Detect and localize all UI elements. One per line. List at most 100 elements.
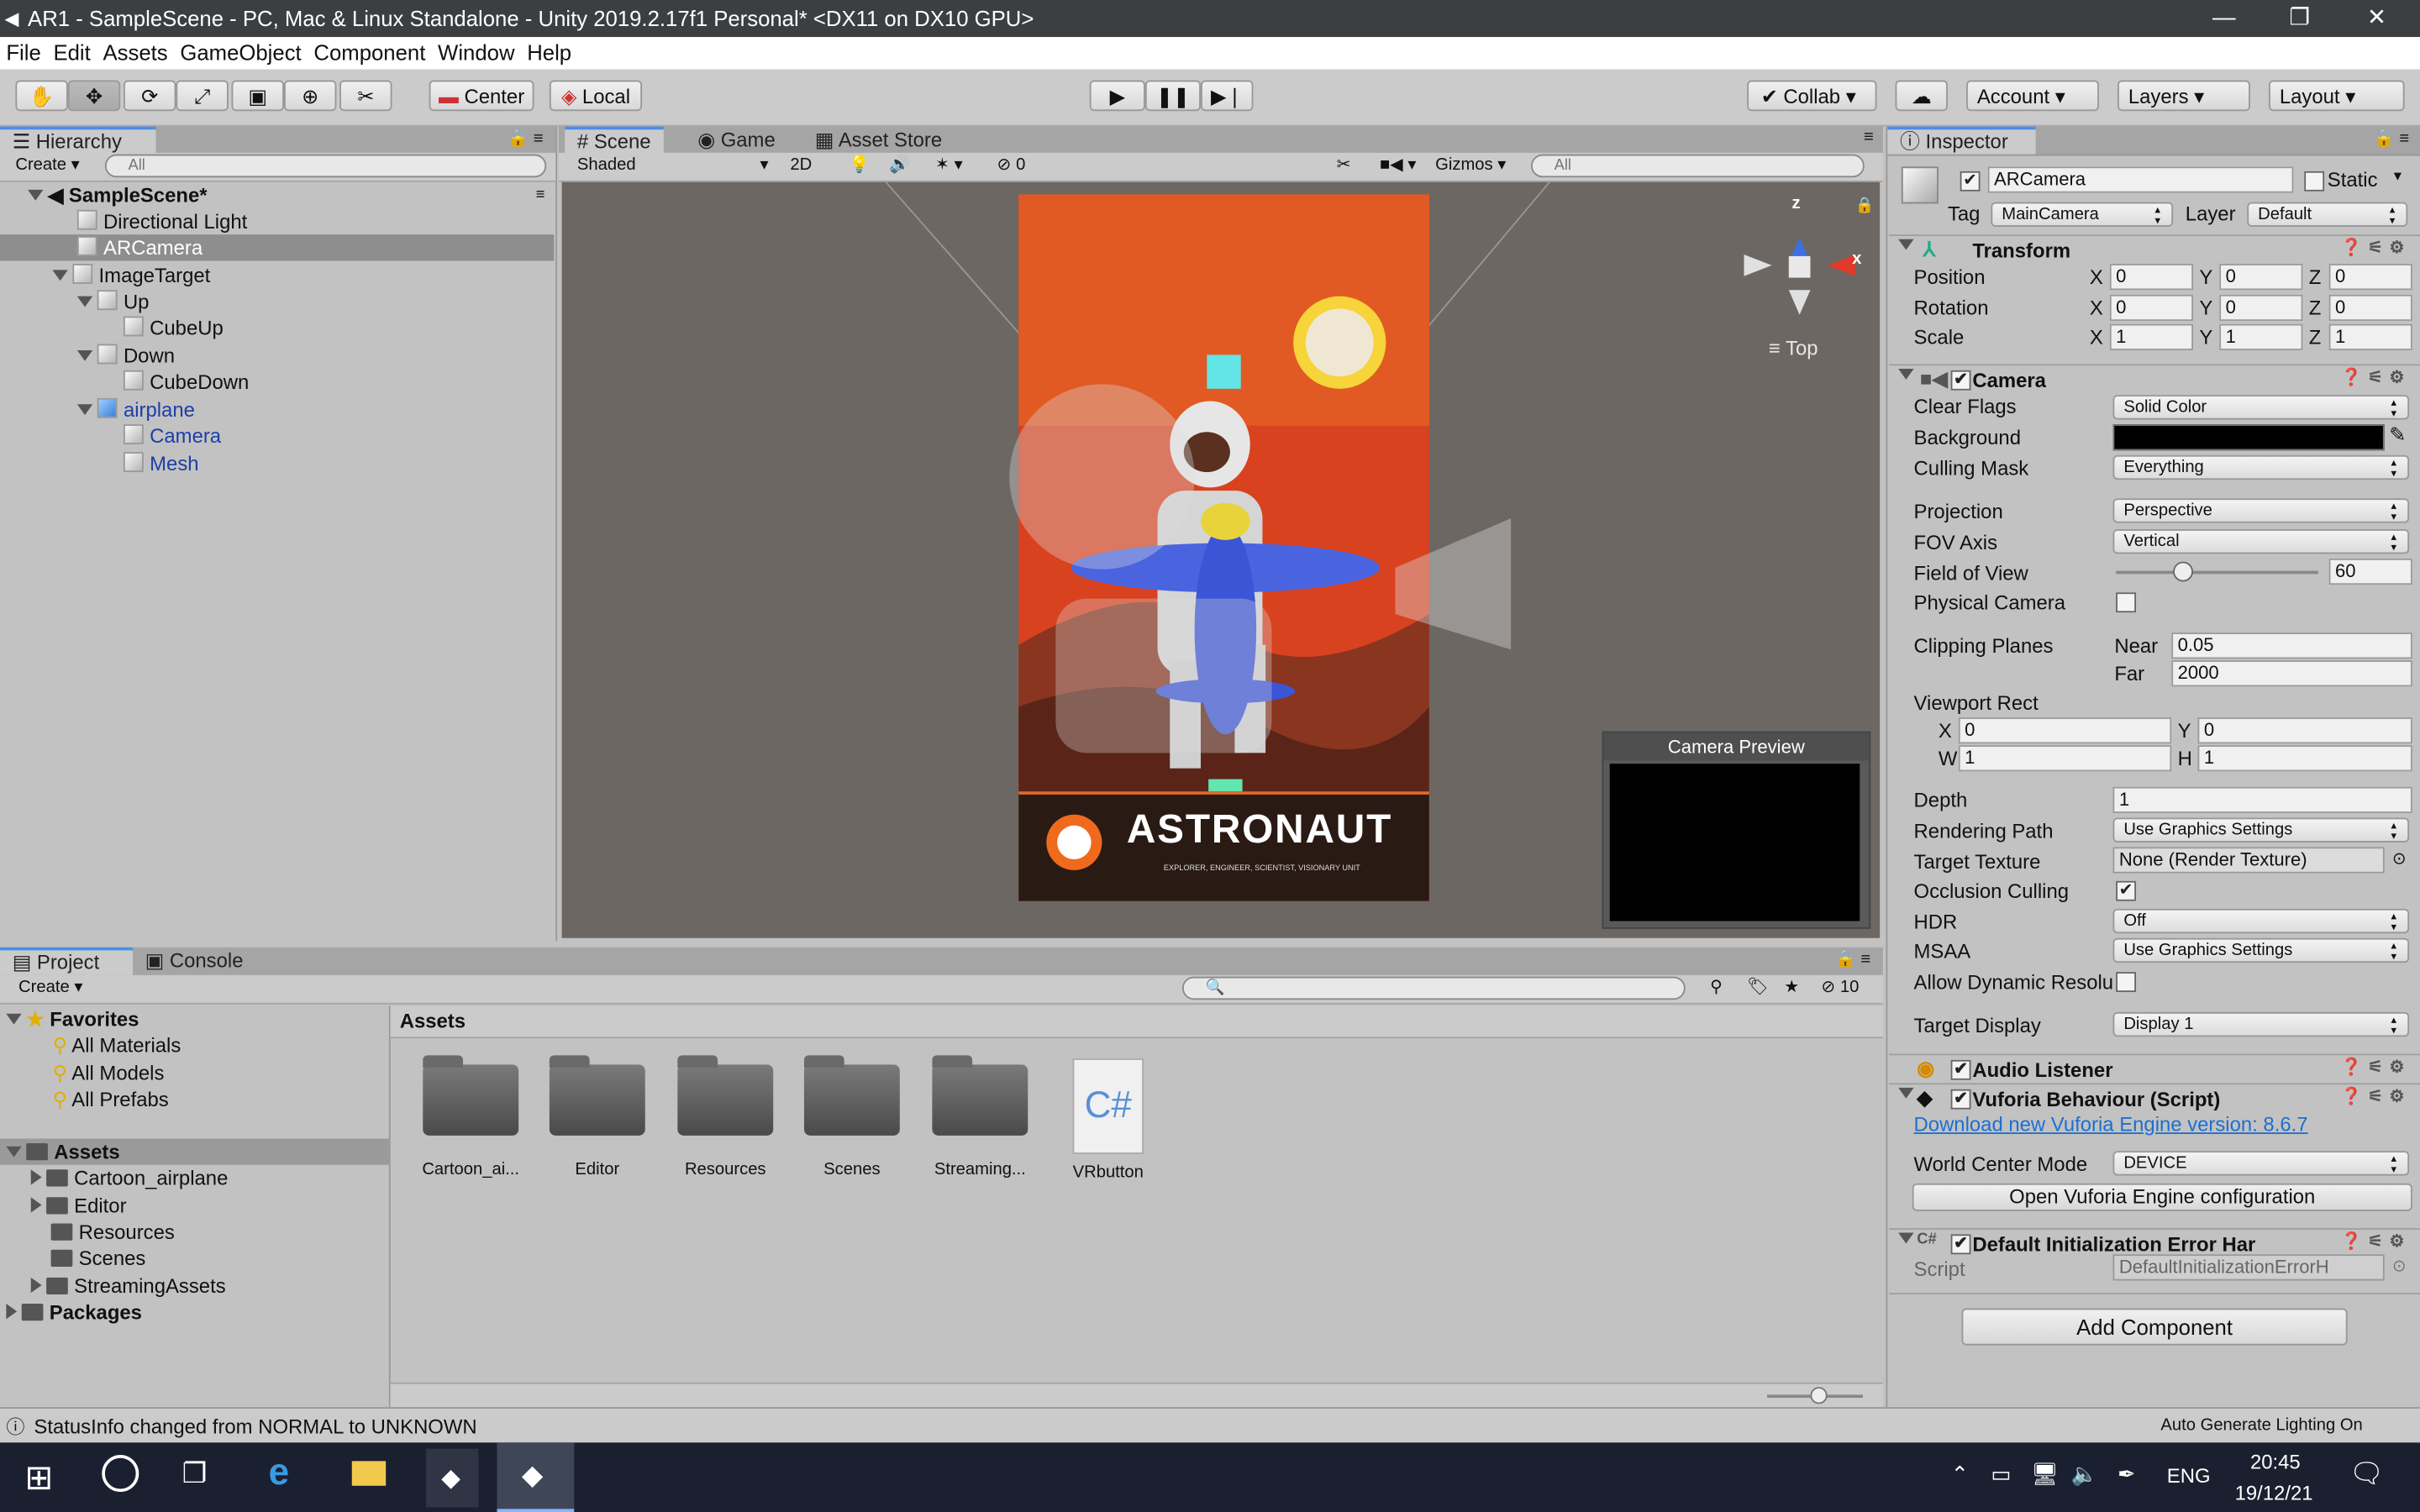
asset-folder-cartoon-airplane[interactable]: Cartoon_ai... (408, 1055, 534, 1179)
rect-tool-icon[interactable]: ▣ (231, 80, 284, 112)
viewport-h-field[interactable]: 1 (2197, 745, 2412, 772)
search-by-label-icon[interactable]: 🏷 (1747, 975, 1769, 1000)
position-x-field[interactable]: 0 (2109, 264, 2193, 291)
transform-header[interactable]: ⅄ Transform ❓⚟⚙ (1889, 234, 2420, 265)
occlusion-culling-checkbox[interactable] (2116, 880, 2137, 901)
hidden-objects-icon[interactable]: ⊘ 0 (997, 153, 1026, 177)
tab-inspector[interactable]: ⓘ Inspector (1887, 126, 2036, 155)
collapse-arrow-icon[interactable] (30, 1197, 42, 1213)
project-create-dropdown[interactable]: Create ▾ (18, 975, 82, 1000)
viewport-w-field[interactable]: 1 (1958, 745, 2172, 772)
object-picker-icon[interactable]: ⊙ (2392, 848, 2407, 869)
tab-hierarchy[interactable]: ☰ Hierarchy (0, 126, 156, 155)
scene-menu-icon[interactable]: ≡ (536, 182, 545, 208)
scene-viewport[interactable]: ASTRONAUT EXPLORER, ENGINEER, SCIENTIST,… (561, 181, 1881, 938)
start-button-icon[interactable]: ⊞ (24, 1458, 53, 1499)
favorites-header[interactable]: ★ Favorites (0, 1006, 389, 1032)
fov-axis-dropdown[interactable]: Vertical (2112, 528, 2410, 554)
notifications-icon[interactable]: 🗨 (2349, 1458, 2385, 1491)
fov-slider-track[interactable] (2116, 570, 2318, 575)
scene-search-input[interactable]: All (1531, 154, 1865, 178)
physical-camera-checkbox[interactable] (2116, 592, 2137, 613)
account-dropdown[interactable]: Account ▾ (1965, 80, 2099, 112)
gizmo-x-arrow[interactable] (1827, 255, 1855, 276)
task-view-icon[interactable]: ❐ (182, 1458, 208, 1491)
rotate-tool-icon[interactable]: ⟳ (123, 80, 176, 112)
favorite-all-models[interactable]: ⚲ All Models (0, 1060, 389, 1086)
gizmos-dropdown[interactable]: Gizmos ▾ (1435, 153, 1506, 177)
dynamic-resolution-checkbox[interactable] (2116, 972, 2137, 993)
collapse-arrow-icon[interactable] (30, 1169, 42, 1185)
open-vuforia-config-button[interactable]: Open Vuforia Engine configuration (1912, 1183, 2412, 1211)
add-component-button[interactable]: Add Component (1961, 1308, 2348, 1346)
search-by-type-icon[interactable]: ⚲ (1710, 975, 1723, 1000)
position-y-field[interactable]: 0 (2219, 264, 2303, 291)
gizmo-neg-x-arrow[interactable] (1744, 255, 1772, 276)
hierarchy-create-dropdown[interactable]: Create ▾ (15, 153, 79, 177)
expand-arrow-icon[interactable] (76, 349, 93, 361)
tree-folder-scenes[interactable]: Scenes (0, 1245, 389, 1271)
tree-folder-streamingassets[interactable]: StreamingAssets (0, 1273, 389, 1299)
tab-asset-store[interactable]: ▦ Asset Store (802, 127, 955, 155)
restore-button[interactable]: ❐ (2276, 3, 2323, 34)
project-search-input[interactable]: 🔍 (1181, 976, 1686, 1000)
menu-gameobject[interactable]: GameObject (174, 37, 308, 65)
culling-mask-dropdown[interactable]: Everything (2112, 454, 2410, 480)
assets-folder-row[interactable]: Assets (0, 1138, 389, 1165)
favorite-all-prefabs[interactable]: ⚲ All Prefabs (0, 1086, 389, 1112)
cloud-icon[interactable]: ☁ (1895, 80, 1948, 112)
collapse-arrow-icon[interactable] (6, 1304, 18, 1320)
panel-menu-icon[interactable]: ≡ (1864, 128, 1874, 146)
tree-folder-editor[interactable]: Editor (0, 1193, 389, 1219)
tab-scene[interactable]: # Scene (565, 126, 664, 155)
scene-tools-icon[interactable]: ✂ (1337, 153, 1351, 177)
gizmo-lock-icon[interactable]: 🔒 (1855, 197, 1875, 214)
hierarchy-item-down[interactable]: Down (0, 343, 554, 369)
near-field[interactable]: 0.05 (2171, 633, 2412, 659)
hierarchy-item-imagetarget[interactable]: ImageTarget (0, 262, 554, 288)
play-button[interactable]: ▶ (1089, 80, 1145, 112)
tag-dropdown[interactable]: MainCamera (1991, 202, 2174, 227)
hierarchy-item-up[interactable]: Up (0, 288, 554, 314)
network-icon[interactable]: 🖥 (2031, 1461, 2059, 1487)
asset-folder-streaming[interactable]: Streaming... (917, 1055, 1044, 1179)
unity-hub-taskbar[interactable]: ◆ (425, 1448, 479, 1508)
vuforia-header[interactable]: ◆ Vuforia Behaviour (Script) ❓⚟⚙ (1889, 1083, 2420, 1114)
menu-help[interactable]: Help (521, 37, 578, 65)
hierarchy-item-mesh[interactable]: Mesh (0, 450, 554, 476)
rotation-x-field[interactable]: 0 (2109, 294, 2193, 322)
favorite-all-materials[interactable]: ⚲ All Materials (0, 1032, 389, 1058)
object-name-field[interactable]: ARCamera (1987, 166, 2294, 193)
expand-arrow-icon[interactable] (1898, 1232, 1914, 1244)
asset-folder-editor[interactable]: Editor (534, 1055, 661, 1179)
msaa-dropdown[interactable]: Use Graphics Settings (2112, 937, 2410, 963)
static-dropdown-icon[interactable]: ▾ (2394, 168, 2402, 185)
scale-x-field[interactable]: 1 (2109, 323, 2193, 350)
file-explorer-icon[interactable] (351, 1461, 387, 1486)
tab-console[interactable]: ▣ Console (133, 948, 255, 975)
icon-size-slider-thumb[interactable] (1810, 1387, 1828, 1404)
layer-dropdown[interactable]: Default (2247, 202, 2408, 227)
projection-dropdown[interactable]: Perspective (2112, 498, 2410, 523)
hidden-packages-icon[interactable]: ⊘ 10 (1821, 975, 1859, 1000)
layers-dropdown[interactable]: Layers ▾ (2117, 80, 2250, 112)
camera-settings-icon[interactable]: ■◀ ▾ (1380, 153, 1417, 177)
battery-icon[interactable]: ▭ (1991, 1461, 2011, 1487)
clear-flags-dropdown[interactable]: Solid Color (2112, 395, 2410, 420)
viewport-x-field[interactable]: 0 (1958, 717, 2172, 744)
component-menu-icons[interactable]: ❓⚟⚙ (2341, 367, 2411, 387)
expand-arrow-icon[interactable] (28, 189, 44, 201)
tray-chevron-icon[interactable]: ⌃ (1951, 1461, 1970, 1487)
asset-folder-scenes[interactable]: Scenes (789, 1055, 916, 1179)
pivot-local-button[interactable]: ◈ Local (549, 80, 643, 112)
collapse-arrow-icon[interactable] (30, 1277, 42, 1294)
tab-project[interactable]: ▤ Project (0, 947, 133, 975)
clock-time[interactable]: 20:45 (2250, 1451, 2301, 1474)
rendering-path-dropdown[interactable]: Use Graphics Settings (2112, 817, 2410, 843)
pause-button[interactable]: ❚❚ (1144, 80, 1201, 112)
asset-folder-resources[interactable]: Resources (662, 1055, 789, 1179)
packages-folder-row[interactable]: Packages (0, 1299, 389, 1326)
pivot-center-button[interactable]: ▬ Center (429, 80, 534, 112)
volume-icon[interactable]: 🔈 (2071, 1461, 2098, 1487)
vuforia-enabled-checkbox[interactable] (1950, 1089, 1971, 1110)
